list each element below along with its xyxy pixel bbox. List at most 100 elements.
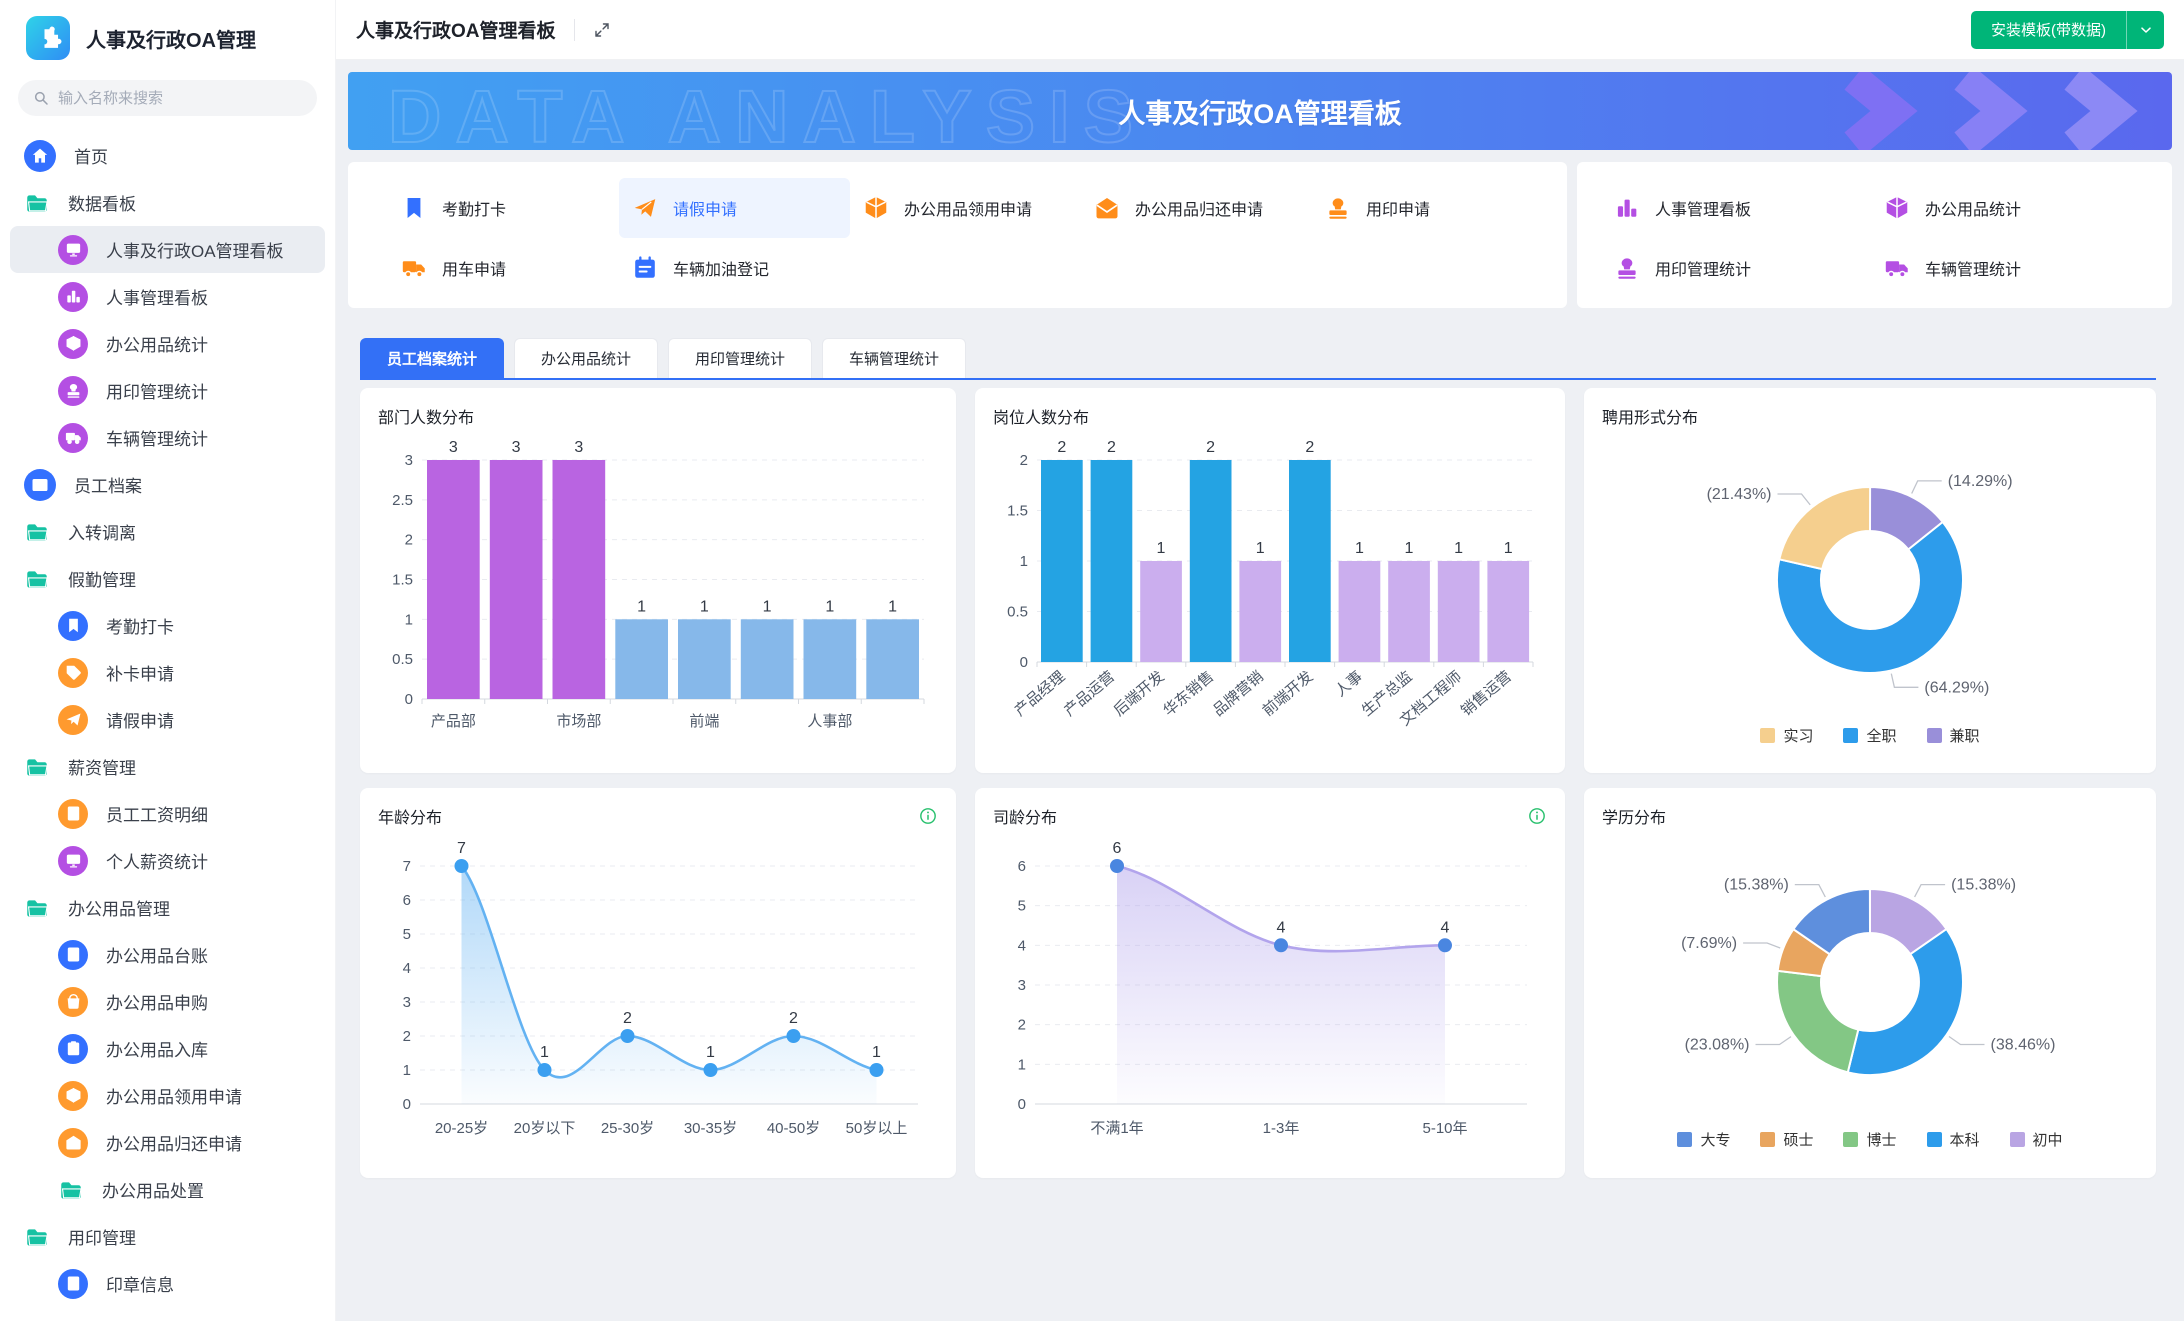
sidebar-item-入转调离[interactable]: 入转调离 — [0, 508, 335, 555]
svg-text:产品运营: 产品运营 — [1061, 668, 1118, 720]
stat-link-用印管理统计[interactable]: 用印管理统计 — [1613, 238, 1883, 298]
sidebar-item-印章信息[interactable]: 印章信息 — [0, 1260, 335, 1307]
svg-text:2: 2 — [1107, 439, 1116, 456]
legend-item-博士[interactable]: 博士 — [1843, 1129, 1896, 1150]
svg-text:20岁以下: 20岁以下 — [514, 1120, 576, 1137]
legend-item-兼职[interactable]: 兼职 — [1927, 725, 1980, 746]
legend-swatch — [1677, 1132, 1692, 1147]
card-age-distribution: 年龄分布 0123456771212120-25岁20岁以下25-30岁30-3… — [360, 788, 956, 1178]
sidebar-item-数据看板[interactable]: 数据看板 — [0, 179, 335, 226]
stat-link-办公用品统计[interactable]: 办公用品统计 — [1883, 178, 2153, 238]
legend-item-本科[interactable]: 本科 — [1927, 1129, 1980, 1150]
quick-link-label: 考勤打卡 — [442, 196, 506, 220]
sidebar-item-办公用品领用申请[interactable]: 办公用品领用申请 — [0, 1072, 335, 1119]
tab-办公用品统计[interactable]: 办公用品统计 — [514, 338, 658, 378]
svg-text:0: 0 — [403, 1096, 411, 1113]
svg-text:20-25岁: 20-25岁 — [435, 1120, 488, 1137]
sidebar-item-label: 人事管理看板 — [106, 284, 208, 309]
quick-link-办公用品归还申请[interactable]: 办公用品归还申请 — [1081, 178, 1312, 238]
bar-chart-icon — [1613, 194, 1641, 222]
quick-link-用印申请[interactable]: 用印申请 — [1312, 178, 1543, 238]
quick-link-办公用品领用申请[interactable]: 办公用品领用申请 — [850, 178, 1081, 238]
sidebar-item-薪资管理[interactable]: 薪资管理 — [0, 743, 335, 790]
sidebar-item-员工档案[interactable]: 员工档案 — [0, 461, 335, 508]
tab-用印管理统计[interactable]: 用印管理统计 — [668, 338, 812, 378]
chart-title: 司龄分布 — [993, 804, 1057, 828]
legend-item-实习[interactable]: 实习 — [1760, 725, 1813, 746]
sidebar-item-补卡申请[interactable]: 补卡申请 — [0, 649, 335, 696]
sidebar-item-label: 员工档案 — [74, 472, 142, 497]
sidebar-item-label: 首页 — [74, 143, 108, 168]
sidebar-item-人事及行政OA管理看板[interactable]: 人事及行政OA管理看板 — [10, 226, 325, 273]
sidebar-item-车辆管理统计[interactable]: 车辆管理统计 — [0, 414, 335, 461]
sidebar-menu: 首页数据看板人事及行政OA管理看板人事管理看板办公用品统计用印管理统计车辆管理统… — [0, 126, 335, 1307]
quick-link-用车申请[interactable]: 用车申请 — [388, 238, 619, 298]
sidebar-item-label: 办公用品入库 — [106, 1036, 208, 1061]
stat-link-人事管理看板[interactable]: 人事管理看板 — [1613, 178, 1883, 238]
sidebar-item-办公用品申购[interactable]: 办公用品申购 — [0, 978, 335, 1025]
legend-item-全职[interactable]: 全职 — [1843, 725, 1896, 746]
svg-text:25-30岁: 25-30岁 — [601, 1120, 654, 1137]
info-icon[interactable] — [1527, 806, 1547, 826]
sidebar-item-用印管理统计[interactable]: 用印管理统计 — [0, 367, 335, 414]
install-dropdown-button[interactable] — [2126, 11, 2164, 49]
svg-text:(14.29%): (14.29%) — [1948, 473, 2013, 490]
sidebar-item-办公用品统计[interactable]: 办公用品统计 — [0, 320, 335, 367]
quick-link-考勤打卡[interactable]: 考勤打卡 — [388, 178, 619, 238]
svg-text:4: 4 — [1441, 919, 1450, 936]
sidebar-item-假勤管理[interactable]: 假勤管理 — [0, 555, 335, 602]
search-icon — [32, 89, 50, 107]
svg-text:1: 1 — [1504, 540, 1513, 557]
tag-icon — [58, 658, 88, 688]
sidebar-item-label: 请假申请 — [106, 707, 174, 732]
legend-label: 硕士 — [1783, 1129, 1813, 1150]
sidebar-item-人事管理看板[interactable]: 人事管理看板 — [0, 273, 335, 320]
tab-员工档案统计[interactable]: 员工档案统计 — [360, 338, 504, 378]
sidebar-item-办公用品处置[interactable]: 办公用品处置 — [0, 1166, 335, 1213]
quick-link-车辆加油登记[interactable]: 车辆加油登记 — [619, 238, 850, 298]
fullscreen-icon[interactable] — [593, 21, 611, 39]
dashboard-section: 员工档案统计办公用品统计用印管理统计车辆管理统计 部门人数分布 00.511.5… — [348, 338, 2172, 1178]
legend-item-硕士[interactable]: 硕士 — [1760, 1129, 1813, 1150]
install-template-button[interactable]: 安装模板(带数据) — [1971, 11, 2126, 49]
send-icon — [58, 705, 88, 735]
svg-text:5: 5 — [1018, 898, 1026, 915]
svg-text:1: 1 — [825, 598, 834, 615]
sidebar-item-考勤打卡[interactable]: 考勤打卡 — [0, 602, 335, 649]
sidebar-item-办公用品管理[interactable]: 办公用品管理 — [0, 884, 335, 931]
svg-text:1-3年: 1-3年 — [1263, 1120, 1300, 1137]
cube-icon — [58, 329, 88, 359]
sidebar-item-label: 假勤管理 — [68, 566, 136, 591]
sidebar-item-办公用品台账[interactable]: 办公用品台账 — [0, 931, 335, 978]
sidebar-item-员工工资明细[interactable]: 员工工资明细 — [0, 790, 335, 837]
legend-label: 全职 — [1866, 725, 1896, 746]
sidebar-item-个人薪资统计[interactable]: 个人薪资统计 — [0, 837, 335, 884]
quick-link-label: 请假申请 — [673, 196, 737, 220]
folder-icon — [24, 754, 50, 780]
sidebar-item-label: 办公用品申购 — [106, 989, 208, 1014]
svg-text:2.5: 2.5 — [392, 492, 413, 509]
tab-车辆管理统计[interactable]: 车辆管理统计 — [822, 338, 966, 378]
app-logo-puzzle-icon — [26, 16, 70, 60]
svg-text:3: 3 — [512, 439, 521, 456]
truck-icon — [58, 423, 88, 453]
sidebar-item-办公用品归还申请[interactable]: 办公用品归还申请 — [0, 1119, 335, 1166]
sidebar-item-办公用品入库[interactable]: 办公用品入库 — [0, 1025, 335, 1072]
quick-link-请假申请[interactable]: 请假申请 — [619, 178, 850, 238]
sidebar-item-请假申请[interactable]: 请假申请 — [0, 696, 335, 743]
legend-label: 大专 — [1700, 1129, 1730, 1150]
stamp-icon — [1613, 254, 1641, 282]
divider — [574, 19, 575, 41]
sidebar-item-用印管理[interactable]: 用印管理 — [0, 1213, 335, 1260]
search-input[interactable] — [58, 90, 298, 107]
sidebar-search[interactable] — [18, 80, 317, 116]
legend-item-大专[interactable]: 大专 — [1677, 1129, 1730, 1150]
svg-text:1: 1 — [1355, 540, 1364, 557]
chart-title: 部门人数分布 — [378, 404, 474, 428]
monitor-icon — [58, 235, 88, 265]
stat-link-车辆管理统计[interactable]: 车辆管理统计 — [1883, 238, 2153, 298]
sidebar-item-label: 办公用品管理 — [68, 895, 170, 920]
info-icon[interactable] — [918, 806, 938, 826]
sidebar-item-首页[interactable]: 首页 — [0, 132, 335, 179]
legend-item-初中[interactable]: 初中 — [2010, 1129, 2063, 1150]
